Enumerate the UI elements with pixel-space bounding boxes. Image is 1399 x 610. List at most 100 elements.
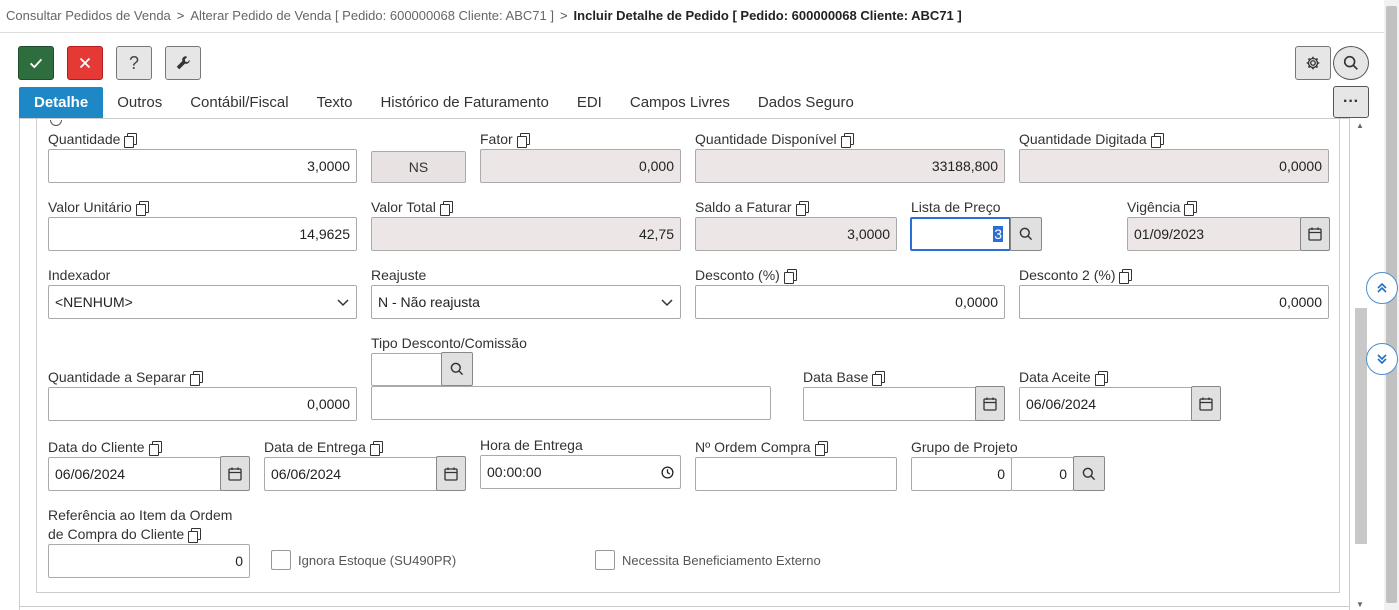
scroll-bottom-button[interactable]	[1366, 343, 1398, 375]
page-scrollbar-thumb[interactable]	[1386, 6, 1397, 603]
data-entrega-calendar-button[interactable]	[436, 456, 466, 491]
tipo-desconto-description-field[interactable]	[371, 386, 771, 420]
reajuste-label: Reajuste	[371, 267, 427, 283]
copy-icon[interactable]	[516, 132, 530, 148]
qtd-digitada-field: 0,0000	[1019, 149, 1329, 183]
copy-icon[interactable]	[188, 527, 202, 543]
copy-icon[interactable]	[439, 200, 453, 216]
copy-icon[interactable]	[135, 200, 149, 216]
copy-icon[interactable]	[840, 132, 854, 148]
data-aceite-calendar-button[interactable]	[1191, 386, 1221, 421]
copy-icon[interactable]	[148, 440, 162, 456]
qtd-disponivel-field: 33188,800	[695, 149, 1005, 183]
cancel-button[interactable]	[67, 46, 103, 80]
frame-bottom	[19, 606, 1350, 607]
grupo-projeto-search-button[interactable]	[1073, 456, 1105, 491]
scroll-down-arrow[interactable]: ▼	[1356, 600, 1364, 609]
copy-icon[interactable]	[1094, 370, 1108, 386]
tab-historico-faturamento[interactable]: Histórico de Faturamento	[366, 87, 562, 119]
tab-texto[interactable]: Texto	[303, 87, 367, 119]
copy-icon[interactable]	[1184, 200, 1198, 216]
ref-item-input[interactable]: 0	[48, 544, 250, 578]
data-base-calendar-button[interactable]	[975, 386, 1005, 421]
tipo-desconto-search-button[interactable]	[441, 352, 473, 386]
breadcrumb-item-consultar[interactable]: Consultar Pedidos de Venda	[6, 8, 171, 23]
desconto2-label: Desconto 2 (%)	[1019, 267, 1133, 284]
data-cliente-calendar-button[interactable]	[220, 456, 250, 491]
beneficiamento-checkbox[interactable]	[595, 550, 615, 570]
data-aceite-input[interactable]: 06/06/2024	[1019, 387, 1193, 421]
desconto-input[interactable]: 0,0000	[695, 285, 1005, 319]
help-button[interactable]: ?	[116, 46, 152, 80]
tab-edi[interactable]: EDI	[563, 87, 616, 119]
ignora-estoque-checkbox[interactable]	[271, 550, 291, 570]
copy-icon[interactable]	[189, 370, 203, 386]
scroll-top-button[interactable]	[1366, 272, 1398, 304]
copy-icon[interactable]	[124, 132, 138, 148]
global-search-button[interactable]	[1333, 46, 1369, 80]
tipo-desconto-label: Tipo Desconto/Comissão	[371, 335, 527, 351]
confirm-button[interactable]	[18, 46, 54, 80]
unit-button[interactable]: NS	[371, 151, 466, 183]
quantidade-label: Quantidade	[48, 131, 138, 148]
desconto2-input[interactable]: 0,0000	[1019, 285, 1329, 319]
grupo-projeto-input-2[interactable]: 0	[1011, 457, 1074, 491]
tab-detalhe[interactable]: Detalhe	[19, 87, 104, 119]
tab-dados-seguro[interactable]: Dados Seguro	[744, 87, 868, 119]
data-base-input[interactable]	[803, 387, 977, 421]
data-cliente-input[interactable]: 06/06/2024	[48, 457, 222, 491]
calendar-icon	[1308, 227, 1322, 241]
ref-item-label-line1: Referência ao Item da Ordem	[48, 507, 233, 523]
copy-icon[interactable]	[795, 200, 809, 216]
indexador-select[interactable]: <NENHUM>	[48, 285, 357, 319]
tipo-desconto-code-input[interactable]	[371, 353, 443, 386]
close-icon	[79, 57, 91, 69]
lista-preco-search-button[interactable]	[1010, 217, 1042, 251]
data-aceite-label: Data Aceite	[1019, 369, 1108, 386]
tab-campos-livres[interactable]: Campos Livres	[616, 87, 744, 119]
copy-icon[interactable]	[1150, 132, 1164, 148]
more-tabs-button[interactable]: ···	[1333, 86, 1369, 118]
calendar-icon	[228, 467, 242, 481]
copy-icon[interactable]	[369, 440, 383, 456]
qtd-separar-label: Quantidade a Separar	[48, 369, 203, 386]
copy-icon[interactable]	[783, 268, 797, 284]
valor-unitario-label: Valor Unitário	[48, 199, 149, 216]
saldo-faturar-field: 3,0000	[695, 217, 897, 251]
settings-button[interactable]	[1295, 46, 1331, 80]
copy-icon[interactable]	[814, 440, 828, 456]
grupo-projeto-input-1[interactable]: 0	[911, 457, 1012, 491]
data-cliente-label: Data do Cliente	[48, 439, 162, 456]
copy-icon[interactable]	[872, 370, 886, 386]
indexador-label: Indexador	[48, 267, 111, 283]
tab-outros[interactable]: Outros	[103, 87, 176, 119]
chevron-down-icon	[661, 299, 673, 307]
valor-unitario-input[interactable]: 14,9625	[48, 217, 357, 251]
calendar-icon	[1199, 397, 1213, 411]
tab-bar: Detalhe Outros Contábil/Fiscal Texto His…	[19, 87, 868, 119]
valor-total-label: Valor Total	[371, 199, 453, 216]
vigencia-calendar-button[interactable]	[1300, 217, 1330, 251]
gear-icon	[1306, 56, 1320, 70]
form-scrollbar-thumb[interactable]	[1355, 308, 1367, 544]
copy-icon[interactable]	[1119, 268, 1133, 284]
valor-total-field: 42,75	[371, 217, 681, 251]
reajuste-select[interactable]: N - Não reajusta	[371, 285, 681, 319]
scroll-up-arrow[interactable]: ▲	[1356, 121, 1364, 130]
breadcrumb: Consultar Pedidos de Venda > Alterar Pedid…	[6, 8, 962, 23]
ordem-compra-input[interactable]	[695, 457, 897, 491]
tools-button[interactable]	[165, 46, 201, 80]
tab-contabil-fiscal[interactable]: Contábil/Fiscal	[176, 87, 302, 119]
breadcrumb-separator: >	[559, 8, 568, 23]
data-entrega-input[interactable]: 06/06/2024	[264, 457, 438, 491]
fator-label: Fator	[480, 131, 530, 148]
qtd-separar-input[interactable]: 0,0000	[48, 387, 357, 421]
saldo-faturar-label: Saldo a Faturar	[695, 199, 809, 216]
lista-preco-input[interactable]: 3	[910, 217, 1011, 251]
data-entrega-label: Data de Entrega	[264, 439, 383, 456]
breadcrumb-item-alterar[interactable]: Alterar Pedido de Venda [ Pedido: 600000…	[190, 8, 554, 23]
help-label: ?	[128, 52, 139, 73]
clock-icon	[661, 465, 674, 479]
quantidade-input[interactable]: 3,0000	[48, 149, 357, 183]
hora-entrega-input[interactable]: 00:00:00	[480, 455, 681, 489]
